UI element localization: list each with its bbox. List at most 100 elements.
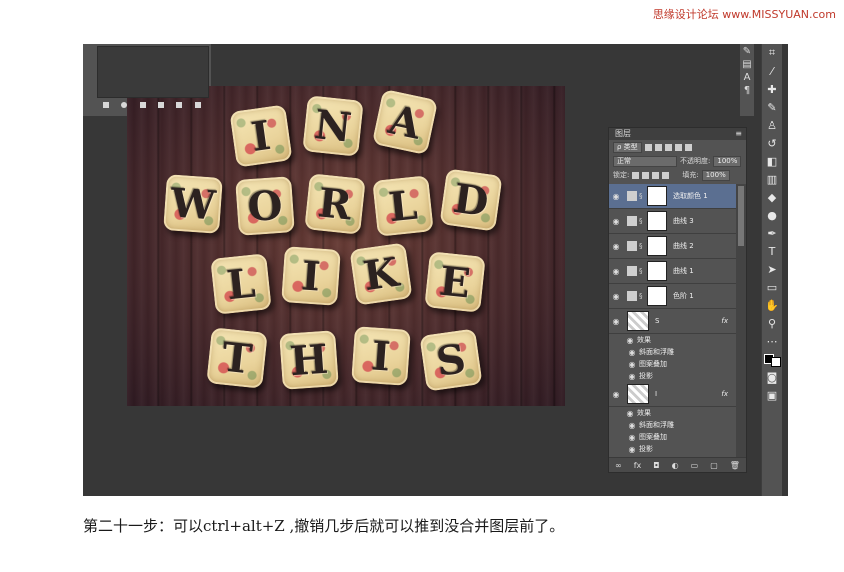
paragraph-icon[interactable]: ¶ — [740, 85, 754, 96]
blur-tool-icon[interactable]: ◆ — [762, 188, 782, 206]
scrollbar-thumb[interactable] — [738, 186, 744, 246]
filter-pixel-icon[interactable] — [644, 143, 652, 151]
layer-row[interactable]: ◉ Sfx — [609, 309, 736, 334]
layer-mask-thumbnail[interactable] — [647, 261, 667, 281]
visibility-eye-icon[interactable]: ◉ — [609, 292, 623, 301]
new-layer-icon[interactable]: ▢ — [710, 461, 718, 470]
more-tools-icon[interactable]: ⋯ — [762, 332, 782, 350]
visibility-eye-icon[interactable]: ◉ — [609, 242, 623, 251]
smart-object-thumbnail[interactable] — [627, 311, 649, 331]
gradient-tool-icon[interactable]: ▥ — [762, 170, 782, 188]
shape-tool-icon[interactable]: ▭ — [762, 278, 782, 296]
layer-row[interactable]: ◉ § 曲线 2 — [609, 234, 736, 259]
layer-row[interactable]: ◉ § 选取颜色 1 — [609, 184, 736, 209]
mask-link-icon[interactable]: § — [639, 192, 645, 200]
smart-object-thumbnail[interactable] — [627, 384, 649, 404]
visibility-eye-icon[interactable]: ◉ — [625, 433, 639, 442]
hand-tool-icon[interactable]: ✋ — [762, 296, 782, 314]
delete-layer-icon[interactable]: 🗑 — [730, 461, 740, 470]
eyedropper-tool-icon[interactable]: ⁄ — [762, 62, 782, 80]
color-swatch-icon[interactable] — [762, 350, 782, 368]
filter-type-icon[interactable] — [664, 143, 672, 151]
crop-tool-icon[interactable]: ⌗ — [762, 44, 782, 62]
screen-mode-icon[interactable]: ▣ — [762, 386, 782, 404]
layer-row[interactable]: ◉ § 曲线 3 — [609, 209, 736, 234]
visibility-eye-icon[interactable]: ◉ — [623, 336, 637, 345]
path-select-tool-icon[interactable]: ➤ — [762, 260, 782, 278]
effect-item[interactable]: ◉ 图案叠加 — [609, 431, 736, 443]
visibility-eye-icon[interactable]: ◉ — [625, 445, 639, 454]
effects-group[interactable]: ◉ 效果 — [609, 334, 736, 346]
visibility-eye-icon[interactable]: ◉ — [609, 317, 623, 326]
visibility-eye-icon[interactable]: ◉ — [609, 390, 623, 399]
layer-mask-thumbnail[interactable] — [647, 211, 667, 231]
add-style-icon[interactable]: fx — [634, 461, 642, 470]
lock-paint-icon[interactable] — [642, 171, 650, 179]
trash-icon[interactable] — [194, 102, 201, 108]
filter-smart-icon[interactable] — [684, 143, 692, 151]
lock-all-icon[interactable] — [662, 171, 670, 179]
visibility-eye-icon[interactable]: ◉ — [625, 348, 639, 357]
visibility-eye-icon[interactable]: ◉ — [623, 409, 637, 418]
visibility-eye-icon[interactable]: ◉ — [625, 421, 639, 430]
effect-item[interactable]: ◉ 图案叠加 — [609, 358, 736, 370]
effect-item[interactable]: ◉ 投影 — [609, 370, 736, 382]
healing-tool-icon[interactable]: ✚ — [762, 80, 782, 98]
filter-shape-icon[interactable] — [674, 143, 682, 151]
stop-icon[interactable] — [103, 102, 110, 108]
mask-link-icon[interactable]: § — [639, 292, 645, 300]
record-icon[interactable] — [121, 102, 128, 108]
mask-link-icon[interactable]: § — [639, 217, 645, 225]
quick-mask-icon[interactable]: ◙ — [762, 368, 782, 386]
layer-mask-thumbnail[interactable] — [647, 186, 667, 206]
dodge-tool-icon[interactable]: ● — [762, 206, 782, 224]
visibility-eye-icon[interactable]: ◉ — [625, 372, 639, 381]
layer-mask-thumbnail[interactable] — [647, 236, 667, 256]
folder-icon[interactable] — [158, 102, 165, 108]
fill-input[interactable]: 100% — [701, 169, 730, 181]
new-adjustment-icon[interactable]: ◐ — [672, 461, 679, 470]
eraser-tool-icon[interactable]: ◧ — [762, 152, 782, 170]
actions-list[interactable] — [97, 46, 209, 98]
layer-fx-badge[interactable]: fx — [721, 390, 728, 398]
lock-pixels-icon[interactable] — [632, 171, 640, 179]
document-canvas[interactable]: INAWORLDLIKETHIS — [127, 86, 565, 406]
blend-mode-select[interactable]: 正常 — [613, 155, 677, 167]
layers-panel-tab[interactable]: 图层 ≡ — [609, 128, 746, 140]
effects-group[interactable]: ◉ 效果 — [609, 407, 736, 419]
brush-tool-icon[interactable]: ✎ — [762, 98, 782, 116]
effect-item[interactable]: ◉ 斜面和浮雕 — [609, 419, 736, 431]
visibility-eye-icon[interactable]: ◉ — [625, 360, 639, 369]
filter-adjustment-icon[interactable] — [654, 143, 662, 151]
link-layers-icon[interactable]: ∞ — [615, 461, 622, 470]
layers-scrollbar[interactable] — [736, 184, 746, 458]
effect-item[interactable]: ◉ 投影 — [609, 443, 736, 455]
effect-item[interactable]: ◉ 斜面和浮雕 — [609, 346, 736, 358]
new-group-icon[interactable]: ▭ — [691, 461, 699, 470]
character-icon[interactable]: A — [740, 72, 754, 83]
layer-fx-badge[interactable]: fx — [721, 317, 728, 325]
pen-tool-icon[interactable]: ✒ — [762, 224, 782, 242]
layer-row[interactable]: ◉ § 色阶 1 — [609, 284, 736, 309]
type-tool-icon[interactable]: T — [762, 242, 782, 260]
visibility-eye-icon[interactable]: ◉ — [609, 217, 623, 226]
play-icon[interactable] — [139, 102, 146, 108]
mask-link-icon[interactable]: § — [639, 242, 645, 250]
layer-row[interactable]: ◉ Ifx — [609, 382, 736, 407]
opacity-input[interactable]: 100% — [713, 155, 742, 167]
layer-filter-select[interactable]: ρ 类型 — [613, 141, 642, 153]
new-action-icon[interactable] — [176, 102, 183, 108]
lock-position-icon[interactable] — [652, 171, 660, 179]
visibility-eye-icon[interactable]: ◉ — [609, 192, 623, 201]
add-mask-icon[interactable]: ◘ — [653, 461, 659, 470]
stamp-tool-icon[interactable]: ♙ — [762, 116, 782, 134]
zoom-tool-icon[interactable]: ⚲ — [762, 314, 782, 332]
layer-mask-thumbnail[interactable] — [647, 286, 667, 306]
history-brush-icon[interactable]: ↺ — [762, 134, 782, 152]
panel-menu-icon[interactable]: ≡ — [735, 128, 742, 140]
layer-row[interactable]: ◉ § 曲线 1 — [609, 259, 736, 284]
visibility-eye-icon[interactable]: ◉ — [609, 267, 623, 276]
history-icon[interactable]: ▤ — [740, 59, 754, 70]
mask-link-icon[interactable]: § — [639, 267, 645, 275]
brush-preset-icon[interactable]: ✎ — [740, 46, 754, 57]
